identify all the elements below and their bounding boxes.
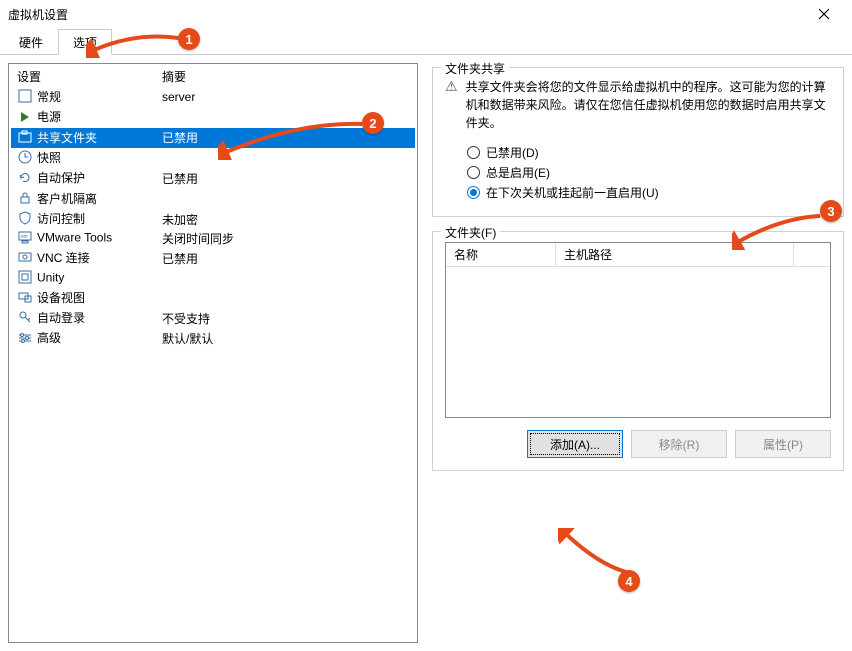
settings-row[interactable]: VNC 连接 已禁用 <box>11 248 415 268</box>
settings-row[interactable]: 自动登录 不受支持 <box>11 308 415 328</box>
row-name: VMware Tools <box>37 231 112 245</box>
key-icon <box>17 310 33 327</box>
add-button[interactable]: 添加(A)... <box>527 430 623 458</box>
clock-icon <box>17 150 33 167</box>
row-name: VNC 连接 <box>37 251 90 265</box>
radio-until-label: 在下次关机或挂起前一直启用(U) <box>486 184 659 201</box>
radio-icon <box>467 166 480 179</box>
settings-list: 设置 摘要 常规server电源共享文件夹已禁用快照自动保护已禁用客户机隔离访问… <box>8 63 418 643</box>
row-name: 自动登录 <box>37 311 85 325</box>
row-name: 高级 <box>37 331 61 345</box>
vnc-icon <box>17 251 33 268</box>
settings-row[interactable]: Unity <box>11 269 415 288</box>
lock-icon <box>17 191 33 208</box>
folders-group: 文件夹(F) 名称 主机路径 添加(A)... 移除(R) 属性(P) <box>432 231 844 471</box>
settings-row[interactable]: 共享文件夹 已禁用 <box>11 128 415 148</box>
settings-row[interactable]: 客户机隔离 <box>11 189 415 209</box>
radio-icon <box>467 186 480 199</box>
close-button[interactable] <box>804 2 844 26</box>
settings-row[interactable]: vm VMware Tools 关闭时间同步 <box>11 229 415 248</box>
tab-bar: 硬件 选项 <box>0 28 852 55</box>
tab-options[interactable]: 选项 <box>58 29 112 55</box>
row-name: 快照 <box>37 151 61 165</box>
tab-hardware[interactable]: 硬件 <box>4 29 58 55</box>
vm-icon: vm <box>17 230 33 247</box>
row-name: Unity <box>37 270 64 284</box>
box-icon <box>17 89 33 106</box>
radio-until-shutdown[interactable]: 在下次关机或挂起前一直启用(U) <box>467 184 831 201</box>
folder-icon <box>17 130 33 147</box>
unity-icon <box>17 270 33 287</box>
row-name: 自动保护 <box>37 171 85 185</box>
settings-row[interactable]: 电源 <box>11 107 415 127</box>
settings-row[interactable]: 常规 server <box>11 87 415 107</box>
row-name: 电源 <box>37 110 61 124</box>
device-icon <box>17 290 33 307</box>
settings-row[interactable]: 快照 <box>11 148 415 168</box>
radio-disabled[interactable]: 已禁用(D) <box>467 144 831 161</box>
sharing-legend: 文件夹共享 <box>441 60 509 77</box>
warning-icon: ⚠ <box>445 78 458 132</box>
properties-button[interactable]: 属性(P) <box>735 430 831 458</box>
folders-legend: 文件夹(F) <box>441 224 500 241</box>
svg-text:vm: vm <box>21 234 28 240</box>
adv-icon <box>17 331 33 348</box>
sharing-warning: 共享文件夹会将您的文件显示给虚拟机中的程序。这可能为您的计算机和数据带来风险。请… <box>466 78 831 132</box>
row-summary: 已禁用 <box>156 128 415 148</box>
row-name: 客户机隔离 <box>37 192 97 206</box>
settings-row[interactable]: 高级 默认/默认 <box>11 328 415 348</box>
radio-always-label: 总是启用(E) <box>486 164 550 181</box>
folder-list[interactable]: 名称 主机路径 <box>445 242 831 418</box>
settings-row[interactable]: 访问控制 未加密 <box>11 209 415 229</box>
radio-icon <box>467 146 480 159</box>
window-title: 虚拟机设置 <box>8 6 68 23</box>
row-summary: 默认/默认 <box>156 328 415 348</box>
settings-row[interactable]: 设备视图 <box>11 288 415 308</box>
remove-button[interactable]: 移除(R) <box>631 430 727 458</box>
radio-disabled-label: 已禁用(D) <box>486 144 539 161</box>
refresh-icon <box>17 171 33 188</box>
row-name: 常规 <box>37 90 61 104</box>
col-header-setting: 设置 <box>11 66 156 87</box>
row-summary <box>156 148 415 168</box>
settings-row[interactable]: 自动保护 已禁用 <box>11 168 415 188</box>
row-summary <box>156 107 415 127</box>
col-header-summary: 摘要 <box>156 66 415 87</box>
row-summary <box>156 269 415 288</box>
radio-always[interactable]: 总是启用(E) <box>467 164 831 181</box>
row-summary: 已禁用 <box>156 248 415 268</box>
folder-sharing-group: 文件夹共享 ⚠ 共享文件夹会将您的文件显示给虚拟机中的程序。这可能为您的计算机和… <box>432 67 844 217</box>
row-name: 设备视图 <box>37 291 85 305</box>
folder-col-name[interactable]: 名称 <box>446 243 556 267</box>
play-icon <box>17 110 33 127</box>
row-summary <box>156 288 415 308</box>
row-summary: 未加密 <box>156 209 415 229</box>
folder-col-end <box>794 243 830 267</box>
row-summary: 已禁用 <box>156 168 415 188</box>
folder-col-path[interactable]: 主机路径 <box>556 243 794 267</box>
row-name: 共享文件夹 <box>37 131 97 145</box>
titlebar: 虚拟机设置 <box>0 0 852 28</box>
row-name: 访问控制 <box>37 212 85 226</box>
shield-icon <box>17 211 33 228</box>
row-summary: 关闭时间同步 <box>156 229 415 248</box>
row-summary <box>156 189 415 209</box>
row-summary: server <box>156 87 415 107</box>
row-summary: 不受支持 <box>156 308 415 328</box>
